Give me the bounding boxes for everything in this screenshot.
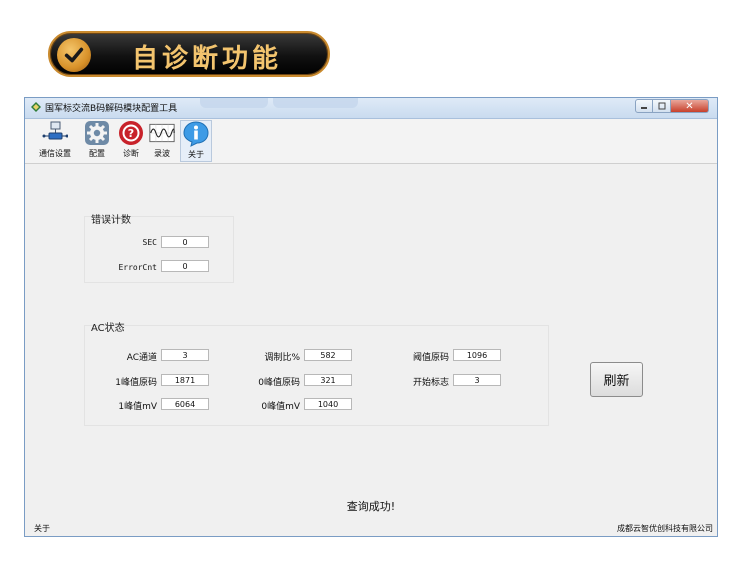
app-window: 国军标交流B码解码模块配置工具 ✕ 通信设置 配置 ? 诊断 录波 关于 错误计… — [24, 97, 718, 537]
minimize-button[interactable] — [635, 99, 653, 113]
ac-channel-field[interactable]: 3 — [161, 349, 209, 361]
peak1-raw-field[interactable]: 1871 — [161, 374, 209, 386]
start-flag-label: 开始标志 — [412, 378, 449, 388]
status-bar: 关于 成都云智优创科技有限公司 — [25, 522, 717, 536]
peak0-mv-field[interactable]: 1040 — [304, 398, 352, 410]
toolbar: 通信设置 配置 ? 诊断 录波 关于 — [25, 119, 717, 164]
toolbar-item-label: 配置 — [89, 149, 105, 158]
sec-label: SEC — [142, 238, 157, 247]
peak1-mv-label: 1峰值mV — [118, 402, 157, 412]
toolbar-item-label: 通信设置 — [39, 149, 71, 158]
start-flag-field[interactable]: 3 — [453, 374, 501, 386]
info-icon — [183, 121, 209, 147]
toolbar-item-label: 录波 — [154, 149, 170, 158]
ghost-tab — [200, 98, 268, 108]
network-icon — [42, 120, 68, 146]
banner-title: 自诊断功能 — [132, 44, 283, 74]
checkmark-icon — [57, 38, 91, 72]
ac-status-title: AC状态 — [91, 323, 125, 334]
minimize-icon — [641, 107, 647, 109]
app-icon — [31, 102, 41, 112]
toolbar-config[interactable]: 配置 — [82, 120, 112, 162]
error-count-title: 错误计数 — [91, 215, 131, 226]
peak0-mv-label: 0峰值mV — [261, 402, 300, 412]
toolbar-waveform[interactable]: 录波 — [146, 120, 178, 162]
title-bar[interactable]: 国军标交流B码解码模块配置工具 ✕ — [25, 98, 717, 119]
errorcnt-label: ErrorCnt — [118, 263, 157, 272]
status-message: 查询成功! — [346, 500, 396, 513]
sec-field[interactable]: 0 — [161, 236, 209, 248]
refresh-button[interactable]: 刷新 — [590, 362, 643, 397]
threshold-raw-field[interactable]: 1096 — [453, 349, 501, 361]
close-button[interactable]: ✕ — [671, 99, 709, 113]
diagnose-icon: ? — [118, 120, 144, 146]
toolbar-diagnose[interactable]: ? 诊断 — [116, 120, 146, 162]
toolbar-item-label: 诊断 — [123, 149, 139, 158]
mod-ratio-field[interactable]: 582 — [304, 349, 352, 361]
statusbar-left-text: 关于 — [34, 524, 50, 533]
feature-banner: 自诊断功能 — [48, 31, 330, 77]
error-count-group — [84, 216, 234, 283]
peak1-mv-field[interactable]: 6064 — [161, 398, 209, 410]
window-title: 国军标交流B码解码模块配置工具 — [45, 104, 178, 114]
peak0-raw-label: 0峰值原码 — [258, 378, 300, 388]
close-icon: ✕ — [685, 100, 694, 112]
toolbar-about[interactable]: 关于 — [180, 120, 212, 162]
toolbar-item-label: 关于 — [188, 150, 204, 159]
svg-text:?: ? — [128, 127, 134, 140]
maximize-button[interactable] — [653, 99, 671, 113]
threshold-raw-label: 阈值原码 — [412, 353, 449, 363]
peak1-raw-label: 1峰值原码 — [115, 378, 157, 388]
ghost-tab — [273, 98, 358, 108]
maximize-icon — [658, 102, 665, 110]
window-controls: ✕ — [635, 99, 709, 113]
mod-ratio-label: 调制比% — [264, 353, 300, 363]
errorcnt-field[interactable]: 0 — [161, 260, 209, 272]
waveform-icon — [149, 120, 175, 146]
ac-channel-label: AC通道 — [126, 353, 157, 363]
toolbar-comm-settings[interactable]: 通信设置 — [35, 120, 75, 162]
statusbar-company: 成都云智优创科技有限公司 — [617, 524, 713, 533]
peak0-raw-field[interactable]: 321 — [304, 374, 352, 386]
gear-icon — [84, 120, 110, 146]
